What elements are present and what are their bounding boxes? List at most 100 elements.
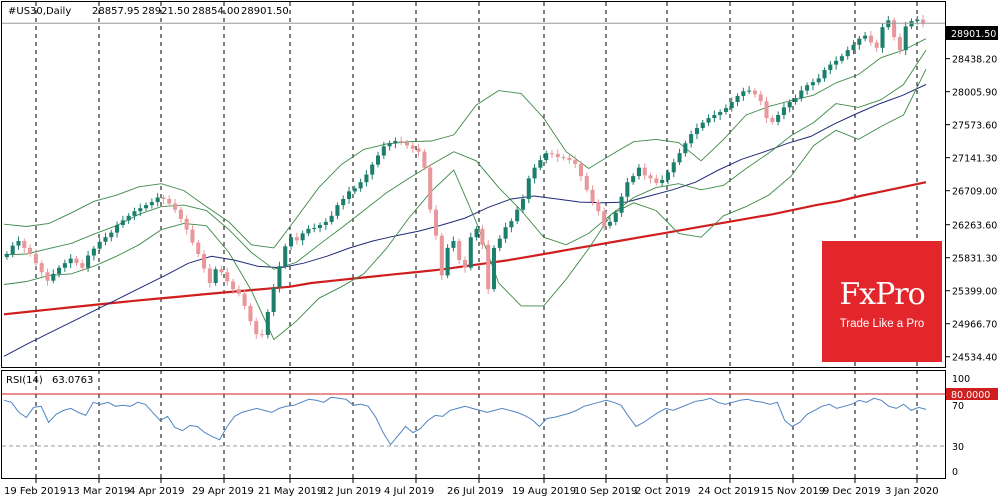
candle-body [33, 253, 38, 264]
candle-body [173, 203, 178, 210]
candle-body [167, 199, 172, 204]
candle-body [915, 19, 920, 22]
date-tick-label: 10 Sep 2019 [574, 486, 637, 497]
candle-body [10, 245, 15, 254]
ohlc-low: 28854.00 [192, 6, 240, 17]
candle-body [462, 260, 468, 268]
candle-body [4, 253, 9, 258]
price-tick-label: 27573.60 [952, 121, 997, 132]
candle-body [39, 263, 44, 273]
candle-body [97, 241, 102, 249]
candle-body [729, 102, 734, 109]
candle-body [619, 196, 624, 213]
candle-body [567, 157, 572, 161]
candle-body [22, 241, 27, 248]
candle-body [126, 215, 131, 221]
candle-body [329, 215, 334, 222]
rsi-value: 63.0763 [52, 375, 93, 386]
rsi-tick-0: 0 [952, 467, 958, 478]
candle-body [57, 267, 62, 274]
candle-body [178, 209, 183, 219]
candle-body [613, 212, 618, 222]
candle-body [648, 175, 653, 179]
price-tick-label: 28005.90 [952, 88, 997, 99]
candle-body [260, 334, 265, 336]
candle-body [202, 253, 207, 269]
candle-body [265, 312, 270, 335]
candle-body [747, 90, 752, 92]
candle-body [584, 176, 589, 190]
date-tick-label: 13 Mar 2019 [67, 486, 130, 497]
candle-body [207, 268, 212, 284]
date-tick-label: 4 Jul 2019 [384, 486, 434, 497]
candle-body [91, 248, 96, 256]
candle-body [625, 182, 630, 197]
candle-body [694, 127, 699, 135]
candle-body [68, 258, 73, 264]
candle-body [451, 241, 456, 248]
candle-body [689, 134, 694, 144]
candle-body [700, 122, 705, 128]
candle-body [735, 95, 740, 103]
ohlc-high: 28921.50 [142, 6, 190, 17]
candle-body [196, 242, 201, 254]
date-tick-label: 24 Oct 2019 [698, 486, 760, 497]
candle-body [776, 115, 781, 122]
candle-body [805, 85, 810, 91]
candle-body [596, 202, 601, 212]
date-tick-label: 15 Nov 2019 [761, 486, 825, 497]
candle-body [526, 178, 531, 200]
candle-body [103, 237, 108, 242]
candle-body [532, 167, 537, 179]
candle-body [561, 157, 566, 159]
candle-body [155, 197, 160, 203]
candle-body [677, 153, 682, 163]
candle-body [544, 153, 549, 161]
candle-body [132, 211, 137, 216]
candle-body [642, 167, 647, 176]
candle-body [283, 246, 288, 267]
candle-body [364, 174, 369, 183]
candle-body [358, 182, 363, 189]
candle-body [497, 238, 502, 248]
candle-body [816, 78, 821, 83]
candle-body [294, 237, 299, 241]
date-tick-label: 2 Oct 2019 [635, 486, 690, 497]
date-tick-label: 4 Apr 2019 [129, 486, 184, 497]
candle-body [509, 221, 514, 228]
candle-body [752, 90, 757, 95]
current-price-label: 28901.50 [951, 29, 996, 40]
candle-body [45, 272, 50, 281]
candle-body [306, 228, 311, 234]
candle-body [115, 224, 120, 233]
candle-body [375, 155, 381, 165]
candle-body [428, 167, 433, 210]
chart-symbol: #US30,Daily [8, 6, 71, 17]
candle-body [822, 69, 827, 79]
candle-body [404, 142, 410, 146]
candle-body [219, 269, 224, 273]
candle-body [480, 228, 485, 245]
candle-body [393, 140, 398, 144]
candle-body [300, 233, 305, 241]
candle-body [248, 305, 253, 322]
candle-body [486, 244, 491, 290]
candle-body [138, 208, 143, 212]
price-tick-label: 26263.60 [952, 221, 997, 232]
rsi-tick-30: 30 [952, 442, 964, 453]
date-tick-label: 9 Dec 2019 [823, 486, 881, 497]
candle-body [770, 118, 775, 122]
candle-body [718, 111, 723, 116]
candle-body [503, 227, 508, 239]
rsi-panel-frame [1, 370, 946, 479]
candle-body [828, 64, 833, 70]
candle-body [723, 108, 728, 112]
candle-body [422, 151, 427, 168]
candle-body [468, 237, 473, 268]
candle-body [16, 241, 21, 246]
candle-body [236, 289, 241, 294]
date-tick-label: 19 Feb 2019 [4, 486, 66, 497]
candle-body [863, 35, 868, 39]
candle-body [190, 229, 195, 243]
candle-body [706, 118, 711, 123]
